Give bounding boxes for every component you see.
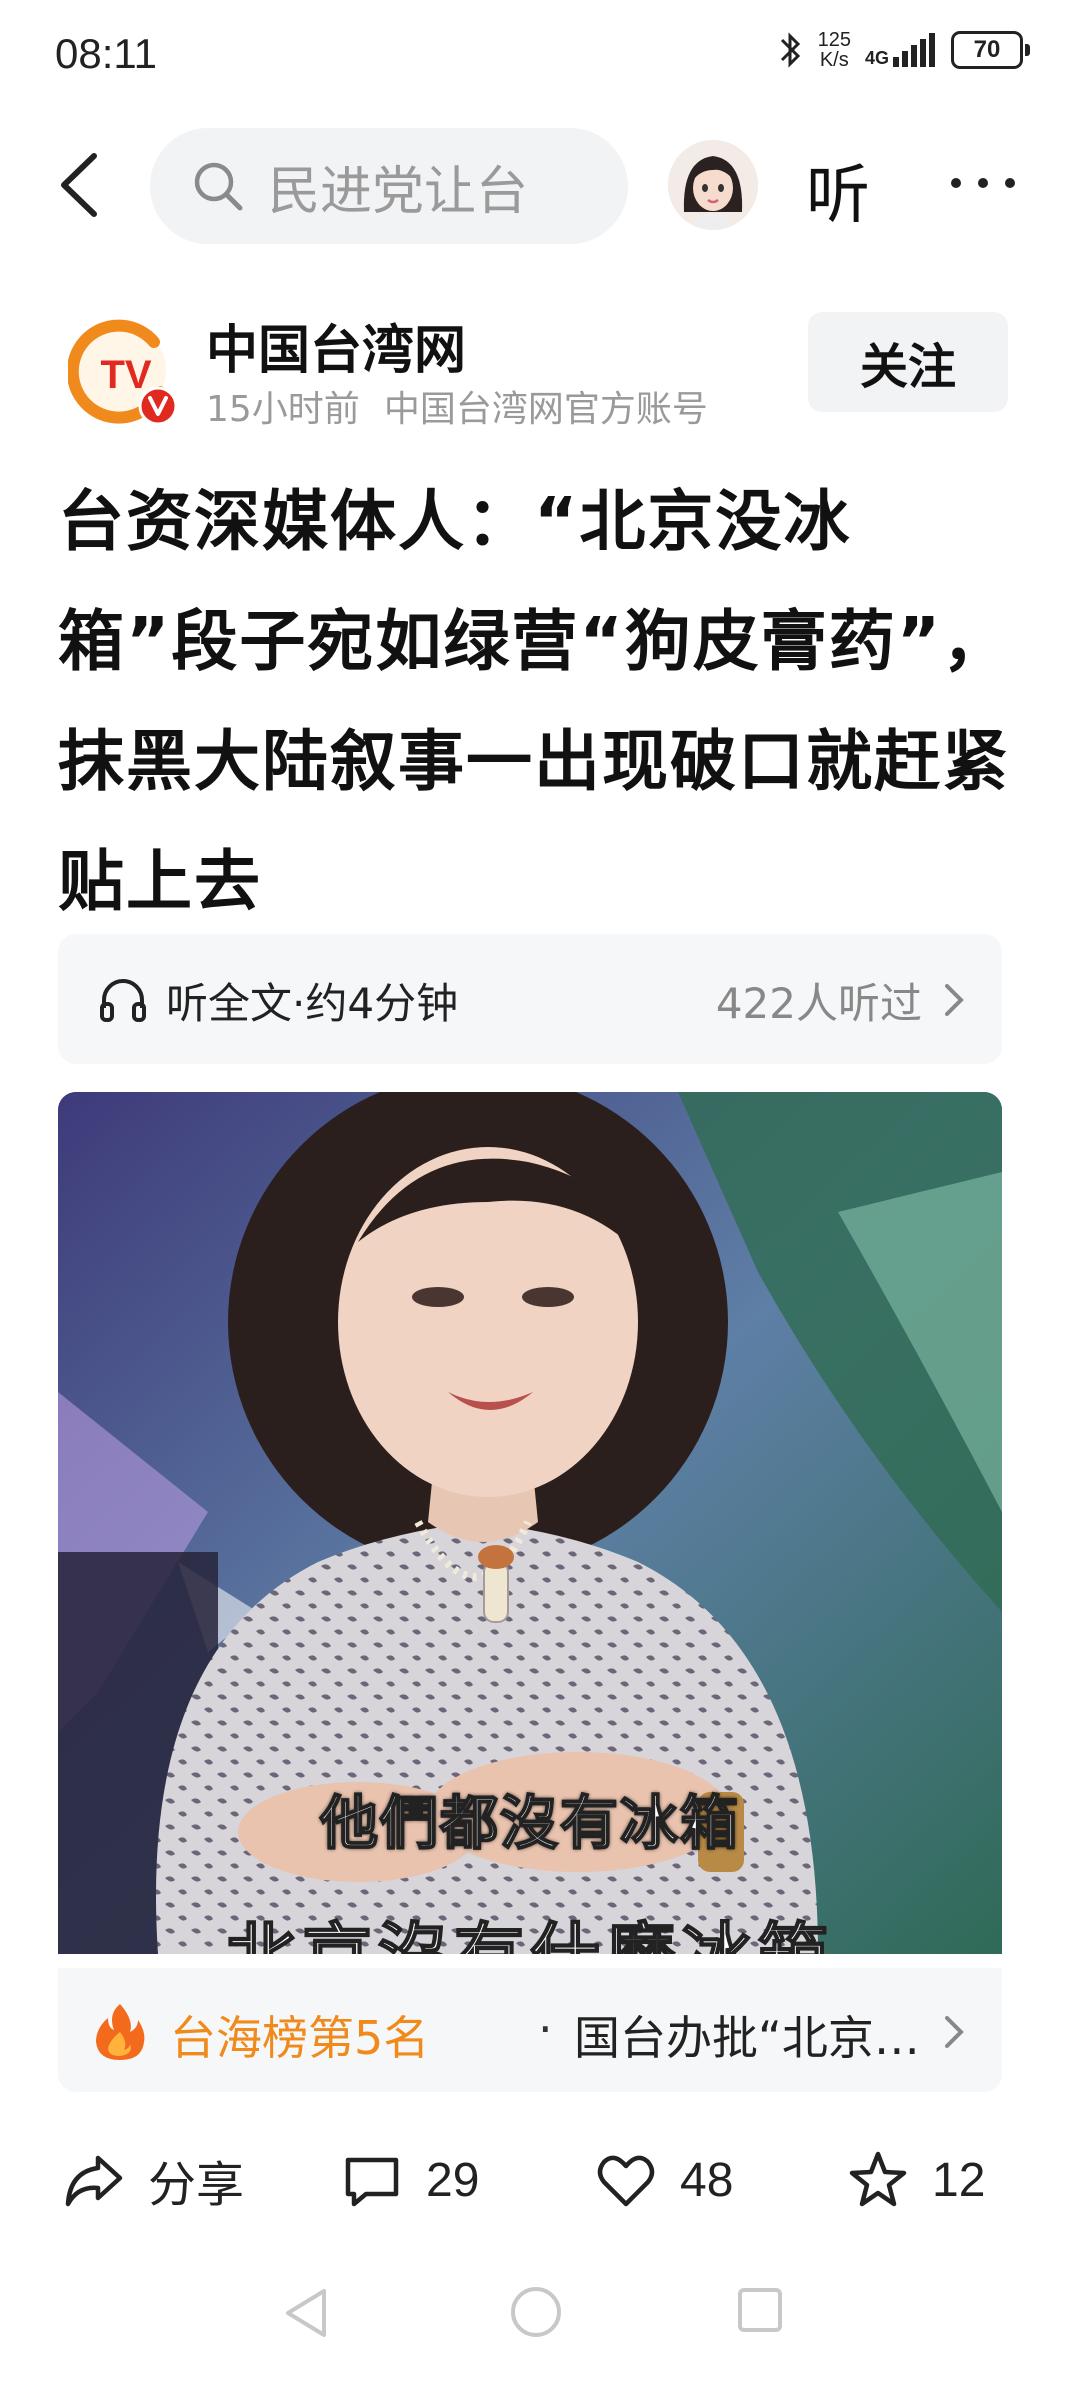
listen-button[interactable]: 听: [806, 144, 870, 236]
battery-indicator: 70: [951, 31, 1030, 69]
logo-letters: TV: [100, 353, 151, 397]
star-icon: [849, 2151, 907, 2207]
account-description: 中国台湾网官方账号: [383, 389, 708, 430]
more-icon[interactable]: [948, 168, 1018, 198]
post-time: 15小时前: [206, 389, 360, 430]
chevron-right-icon: [945, 984, 964, 1016]
comment-count: 29: [426, 2153, 480, 2207]
chevron-right-icon: [945, 2016, 964, 2048]
fire-icon: [96, 2004, 145, 2060]
like-count: 48: [680, 2153, 734, 2207]
account-logo[interactable]: TV: [68, 316, 180, 428]
rank-separator: ·: [538, 2002, 553, 2056]
action-bar: 分享 29 48 12: [0, 2120, 1080, 2240]
account-name[interactable]: 中国台湾网: [206, 308, 466, 383]
share-icon: [65, 2155, 123, 2207]
avatar[interactable]: [668, 140, 758, 230]
status-icons: 125 K/s 4G 70: [778, 30, 1030, 70]
listen-count: 422人听过: [715, 979, 922, 1028]
rank-label: 台海榜第5名: [170, 2011, 430, 2065]
nav-back-icon[interactable]: [280, 2285, 330, 2341]
top-bar: 民进党让台 听: [0, 120, 1080, 250]
headphones-icon: [100, 979, 146, 1022]
favorite-button[interactable]: 12: [846, 2140, 985, 2220]
network-speed: 125 K/s: [817, 29, 851, 71]
favorite-count: 12: [932, 2153, 986, 2207]
search-query: 民进党让台: [268, 161, 529, 222]
comment-icon: [345, 2157, 399, 2207]
account-meta: 15小时前 中国台湾网官方账号: [206, 380, 708, 432]
search-icon: [194, 162, 243, 211]
video-caption: 他們都沒有冰箱: [319, 1788, 740, 1858]
listen-full-text-bar[interactable]: 听全文·约4分钟 422人听过: [58, 934, 1002, 1064]
cell-signal: 4G: [865, 33, 937, 67]
share-button[interactable]: 分享: [62, 2140, 244, 2220]
signal-bars-icon: [893, 33, 935, 67]
listen-label: 听全文·约4分钟: [166, 979, 459, 1028]
bluetooth-icon: [780, 32, 800, 68]
follow-button[interactable]: 关注: [808, 312, 1008, 412]
status-bar: 08:11 125 K/s 4G 70: [0, 0, 1080, 115]
rank-topic: 国台办批“北京…: [574, 2011, 920, 2065]
search-bar[interactable]: 民进党让台: [150, 128, 628, 244]
like-button[interactable]: 48: [594, 2140, 733, 2220]
nav-home-icon[interactable]: [508, 2284, 564, 2340]
nav-recents-icon[interactable]: [736, 2286, 784, 2334]
clock: 08:11: [55, 30, 157, 77]
hot-rank-bar[interactable]: 台海榜第5名 · 国台办批“北京…: [58, 1968, 1002, 2092]
comment-button[interactable]: 29: [340, 2140, 479, 2220]
back-arrow-icon[interactable]: [48, 150, 118, 220]
article-title: 台资深媒体人：“北京没冰箱”段子宛如绿营“狗皮膏药”，抹黑大陆叙事一出现破口就赶…: [58, 483, 1011, 920]
article-image[interactable]: 他們都沒有冰箱 北京沒有什麼冰箱: [58, 1092, 1002, 1954]
share-label: 分享: [148, 2157, 245, 2213]
video-caption-partial: 北京沒有什麼冰箱: [58, 1900, 1002, 1954]
network-type-label: 4G: [864, 48, 889, 68]
user-avatar-icon: [668, 140, 758, 230]
system-nav-bar: [0, 2250, 1080, 2388]
battery-level: 70: [951, 31, 1023, 69]
heart-icon: [597, 2155, 655, 2207]
